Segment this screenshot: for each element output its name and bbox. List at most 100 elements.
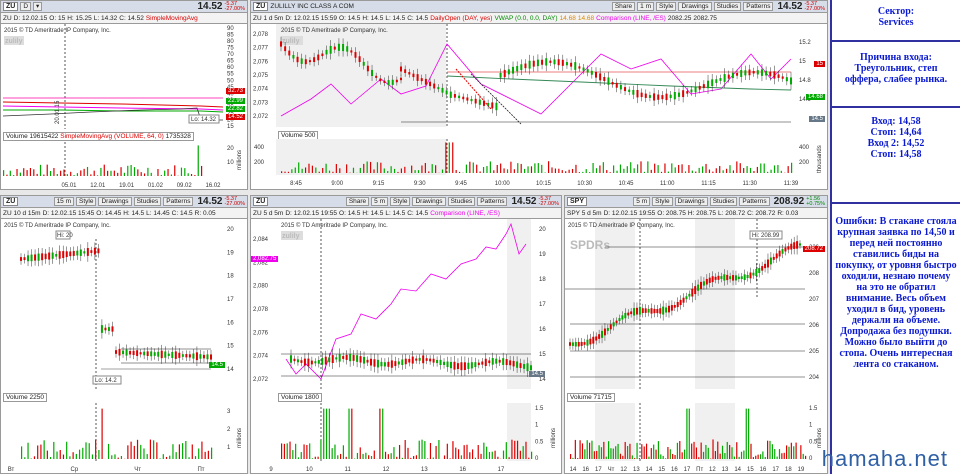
drawings-button[interactable]: Drawings xyxy=(412,197,446,206)
study-value: 2082.25 xyxy=(667,14,692,22)
volume-bar xyxy=(40,444,42,459)
volume-bar xyxy=(610,448,612,459)
candle-body xyxy=(790,243,793,250)
candle-body xyxy=(615,82,618,88)
candle-body xyxy=(171,351,174,359)
period-selector[interactable]: 1 m xyxy=(637,2,655,11)
volume-bar xyxy=(603,441,605,459)
candle-body xyxy=(342,43,345,52)
candle-body xyxy=(630,311,633,315)
volume-bar xyxy=(595,168,598,173)
period-selector[interactable]: 5 m xyxy=(371,197,389,206)
price-change: -5.37 -27.00% xyxy=(538,195,560,207)
candle-body xyxy=(708,277,711,283)
volume-bar xyxy=(760,163,762,173)
candle-body xyxy=(628,89,631,92)
watermark-logo: zulily xyxy=(282,38,300,45)
symbol-field[interactable]: SPY xyxy=(567,197,588,206)
candle-body xyxy=(342,356,345,359)
candle-body xyxy=(662,306,665,315)
symbol-field[interactable]: ZU xyxy=(253,197,269,206)
patterns-button[interactable]: Patterns xyxy=(477,197,508,206)
volume-bar xyxy=(750,443,752,459)
volume-bar xyxy=(53,441,55,459)
period-selector[interactable]: 5 m xyxy=(633,197,651,206)
price-plot: 2015 © TD Ameritrade IP Company, Inc. zu… xyxy=(1,24,234,129)
price-tick: 55 xyxy=(227,72,234,78)
symbol-field[interactable]: ZU xyxy=(253,2,269,11)
candle-body xyxy=(723,274,726,281)
drawings-button[interactable]: Drawings xyxy=(674,197,708,206)
candle-body xyxy=(379,78,382,82)
drawings-button[interactable]: Drawings xyxy=(678,2,712,11)
candle-body xyxy=(280,41,282,47)
patterns-button[interactable]: Patterns xyxy=(739,197,770,206)
style-button[interactable]: Style xyxy=(656,2,677,11)
candle-body xyxy=(519,363,522,369)
volume-bar xyxy=(201,165,203,176)
volume-bar xyxy=(571,168,574,173)
candle-body xyxy=(592,336,595,344)
studies-button[interactable]: Studies xyxy=(709,197,738,206)
volume-bar xyxy=(6,174,8,176)
style-button[interactable]: ▾ xyxy=(33,2,43,11)
style-button[interactable]: Style xyxy=(76,197,97,206)
candle-body xyxy=(661,95,664,100)
share-button[interactable]: Share xyxy=(345,197,370,206)
candle-body xyxy=(136,350,139,356)
volume-bar xyxy=(448,142,450,173)
drawings-button[interactable]: Drawings xyxy=(98,197,132,206)
candle-body xyxy=(732,275,735,281)
studies-button[interactable]: Studies xyxy=(713,2,742,11)
time-tick: 12 xyxy=(620,467,627,473)
volume-bar xyxy=(352,167,355,173)
candle-body xyxy=(310,360,313,365)
volume-bar xyxy=(356,452,359,459)
candle-body xyxy=(422,355,425,364)
volume-label: Volume 1800 xyxy=(278,393,322,402)
candle-body xyxy=(125,349,128,356)
volume-bar xyxy=(600,447,603,459)
candle-body xyxy=(627,312,630,316)
price-tag: 15 xyxy=(814,61,825,67)
volume-bar xyxy=(328,408,330,459)
volume-bar xyxy=(764,456,766,459)
price-tick: 19 xyxy=(539,252,546,258)
volume-bar xyxy=(662,455,664,459)
time-tick: 17 xyxy=(498,467,505,473)
volume-bar xyxy=(70,171,72,176)
candle-body xyxy=(793,242,796,249)
candle-body xyxy=(761,266,764,271)
candle-body xyxy=(619,85,622,90)
period-selector[interactable]: 15 m xyxy=(53,197,75,206)
volume-bar xyxy=(629,443,631,459)
style-button[interactable]: Style xyxy=(652,197,673,206)
volume-bar xyxy=(622,455,624,459)
symbol-field[interactable]: ZU xyxy=(3,197,19,206)
time-tick: 9:00 xyxy=(331,181,343,187)
volume-bar xyxy=(653,444,655,459)
share-button[interactable]: Share xyxy=(611,2,636,11)
studies-button[interactable]: Studies xyxy=(133,197,162,206)
time-tick: 11:15 xyxy=(701,181,716,187)
period-selector[interactable]: D xyxy=(20,2,32,11)
candle-body xyxy=(609,324,612,330)
price-tag: 14.52 xyxy=(225,114,245,120)
candle-body xyxy=(292,55,295,59)
ohlc-symbol: ZU 5 d 5m xyxy=(253,209,284,217)
symbol-field[interactable]: ZU xyxy=(3,2,19,11)
volume-bar xyxy=(762,451,764,459)
volume-bar xyxy=(755,455,757,459)
studies-button[interactable]: Studies xyxy=(447,197,476,206)
candle-body xyxy=(769,71,772,77)
candle-body xyxy=(383,362,386,367)
style-button[interactable]: Style xyxy=(390,197,411,206)
candle-body xyxy=(740,276,743,280)
volume-bar xyxy=(401,457,403,459)
patterns-button[interactable]: Patterns xyxy=(743,2,774,11)
volume-bar xyxy=(650,169,652,173)
candle-body xyxy=(317,360,320,364)
candle-body xyxy=(524,63,527,69)
volume-bar xyxy=(410,457,412,459)
patterns-button[interactable]: Patterns xyxy=(163,197,194,206)
